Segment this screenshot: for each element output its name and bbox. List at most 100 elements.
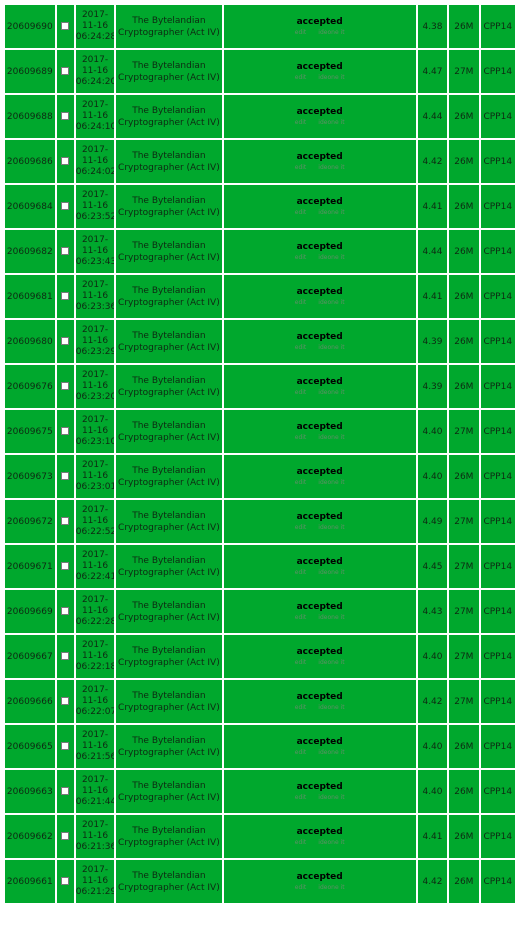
ideone-link[interactable]: ideone it [318,119,344,126]
submission-id[interactable]: 20609669 [5,590,55,633]
ideone-link[interactable]: ideone it [318,794,344,801]
result-status[interactable]: accepted [224,872,416,883]
result-status[interactable]: accepted [224,782,416,793]
result-status[interactable]: accepted [224,512,416,523]
edit-link[interactable]: edit [295,524,307,531]
result-status[interactable]: accepted [224,377,416,388]
problem-link[interactable]: The Bytelandian Cryptographer (Act IV) [116,590,222,633]
submission-id[interactable]: 20609667 [5,635,55,678]
compare-checkbox[interactable] [61,562,70,570]
compare-checkbox[interactable] [61,607,70,615]
edit-link[interactable]: edit [295,749,307,756]
problem-link[interactable]: The Bytelandian Cryptographer (Act IV) [116,275,222,318]
result-status[interactable]: accepted [224,332,416,343]
compare-checkbox[interactable] [61,22,70,30]
problem-link[interactable]: The Bytelandian Cryptographer (Act IV) [116,95,222,138]
problem-link[interactable]: The Bytelandian Cryptographer (Act IV) [116,50,222,93]
submission-id[interactable]: 20609672 [5,500,55,543]
edit-link[interactable]: edit [295,659,307,666]
problem-link[interactable]: The Bytelandian Cryptographer (Act IV) [116,770,222,813]
ideone-link[interactable]: ideone it [318,74,344,81]
submission-id[interactable]: 20609662 [5,815,55,858]
ideone-link[interactable]: ideone it [318,164,344,171]
edit-link[interactable]: edit [295,794,307,801]
problem-link[interactable]: The Bytelandian Cryptographer (Act IV) [116,545,222,588]
result-status[interactable]: accepted [224,692,416,703]
compare-checkbox[interactable] [61,472,70,480]
compare-checkbox[interactable] [61,427,70,435]
edit-link[interactable]: edit [295,299,307,306]
submission-id[interactable]: 20609676 [5,365,55,408]
compare-checkbox[interactable] [61,832,70,840]
edit-link[interactable]: edit [295,704,307,711]
problem-link[interactable]: The Bytelandian Cryptographer (Act IV) [116,320,222,363]
compare-checkbox[interactable] [61,292,70,300]
result-status[interactable]: accepted [224,602,416,613]
problem-link[interactable]: The Bytelandian Cryptographer (Act IV) [116,140,222,183]
ideone-link[interactable]: ideone it [318,29,344,36]
result-status[interactable]: accepted [224,17,416,28]
edit-link[interactable]: edit [295,209,307,216]
submission-id[interactable]: 20609690 [5,5,55,48]
submission-id[interactable]: 20609675 [5,410,55,453]
submission-id[interactable]: 20609689 [5,50,55,93]
ideone-link[interactable]: ideone it [318,299,344,306]
submission-id[interactable]: 20609663 [5,770,55,813]
ideone-link[interactable]: ideone it [318,479,344,486]
result-status[interactable]: accepted [224,737,416,748]
edit-link[interactable]: edit [295,74,307,81]
submission-id[interactable]: 20609661 [5,860,55,903]
result-status[interactable]: accepted [224,827,416,838]
submission-id[interactable]: 20609673 [5,455,55,498]
result-status[interactable]: accepted [224,242,416,253]
ideone-link[interactable]: ideone it [318,389,344,396]
edit-link[interactable]: edit [295,479,307,486]
ideone-link[interactable]: ideone it [318,254,344,261]
edit-link[interactable]: edit [295,614,307,621]
compare-checkbox[interactable] [61,697,70,705]
edit-link[interactable]: edit [295,344,307,351]
ideone-link[interactable]: ideone it [318,659,344,666]
ideone-link[interactable]: ideone it [318,524,344,531]
compare-checkbox[interactable] [61,202,70,210]
compare-checkbox[interactable] [61,247,70,255]
result-status[interactable]: accepted [224,62,416,73]
compare-checkbox[interactable] [61,517,70,525]
edit-link[interactable]: edit [295,839,307,846]
submission-id[interactable]: 20609665 [5,725,55,768]
problem-link[interactable]: The Bytelandian Cryptographer (Act IV) [116,725,222,768]
problem-link[interactable]: The Bytelandian Cryptographer (Act IV) [116,860,222,903]
compare-checkbox[interactable] [61,382,70,390]
problem-link[interactable]: The Bytelandian Cryptographer (Act IV) [116,680,222,723]
ideone-link[interactable]: ideone it [318,614,344,621]
problem-link[interactable]: The Bytelandian Cryptographer (Act IV) [116,455,222,498]
compare-checkbox[interactable] [61,787,70,795]
ideone-link[interactable]: ideone it [318,209,344,216]
ideone-link[interactable]: ideone it [318,839,344,846]
submission-id[interactable]: 20609682 [5,230,55,273]
compare-checkbox[interactable] [61,112,70,120]
ideone-link[interactable]: ideone it [318,749,344,756]
edit-link[interactable]: edit [295,389,307,396]
compare-checkbox[interactable] [61,337,70,345]
submission-id[interactable]: 20609680 [5,320,55,363]
edit-link[interactable]: edit [295,884,307,891]
result-status[interactable]: accepted [224,107,416,118]
submission-id[interactable]: 20609666 [5,680,55,723]
edit-link[interactable]: edit [295,569,307,576]
problem-link[interactable]: The Bytelandian Cryptographer (Act IV) [116,230,222,273]
compare-checkbox[interactable] [61,67,70,75]
submission-id[interactable]: 20609686 [5,140,55,183]
result-status[interactable]: accepted [224,647,416,658]
problem-link[interactable]: The Bytelandian Cryptographer (Act IV) [116,185,222,228]
compare-checkbox[interactable] [61,652,70,660]
ideone-link[interactable]: ideone it [318,434,344,441]
result-status[interactable]: accepted [224,152,416,163]
submission-id[interactable]: 20609681 [5,275,55,318]
ideone-link[interactable]: ideone it [318,704,344,711]
edit-link[interactable]: edit [295,119,307,126]
submission-id[interactable]: 20609671 [5,545,55,588]
problem-link[interactable]: The Bytelandian Cryptographer (Act IV) [116,365,222,408]
ideone-link[interactable]: ideone it [318,344,344,351]
result-status[interactable]: accepted [224,422,416,433]
